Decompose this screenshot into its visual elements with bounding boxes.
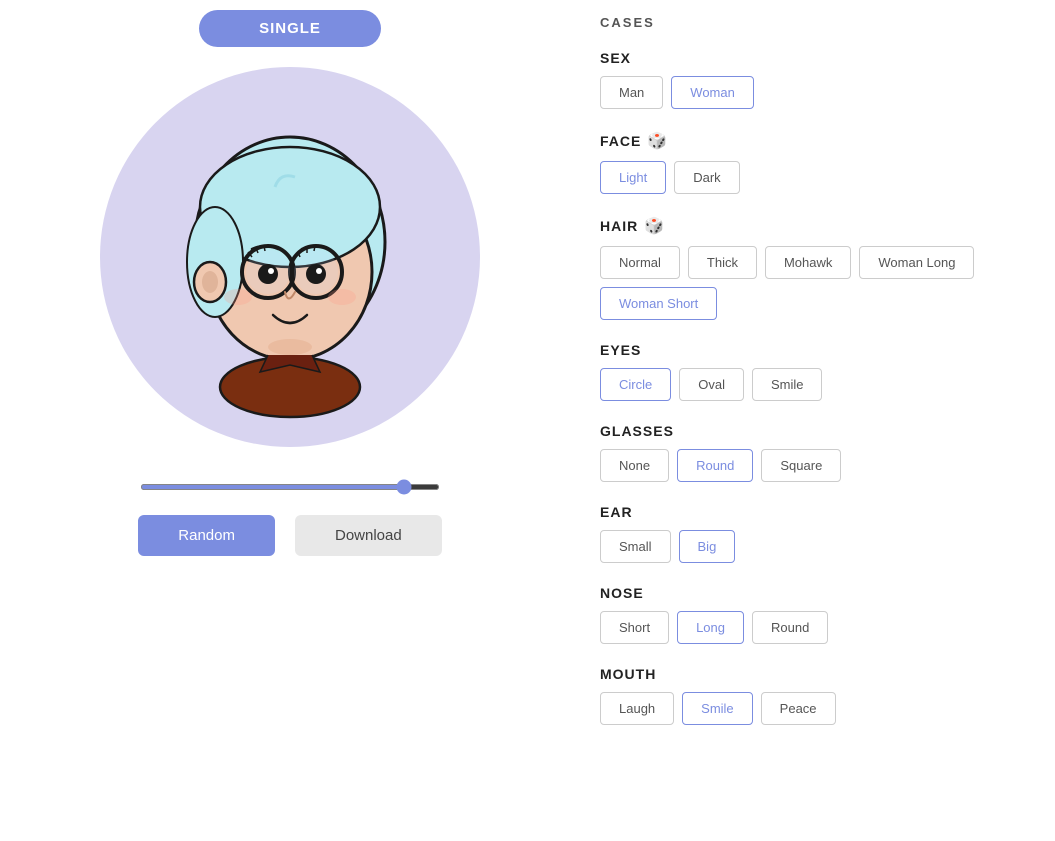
option-hair-thick[interactable]: Thick — [688, 246, 757, 279]
option-glasses-round[interactable]: Round — [677, 449, 753, 482]
option-group-glasses: NoneRoundSquare — [600, 449, 1035, 482]
option-ear-small[interactable]: Small — [600, 530, 671, 563]
right-panel: CASES SEX ManWoman FACE 🎲 LightDark HAIR 🎲 Norm… — [580, 0, 1055, 841]
option-hair-normal[interactable]: Normal — [600, 246, 680, 279]
section-eyes: EYES CircleOvalSmile — [600, 342, 1035, 401]
option-hair-woman-short[interactable]: Woman Short — [600, 287, 717, 320]
download-button[interactable]: Download — [295, 515, 442, 556]
label-text-face: FACE — [600, 133, 641, 149]
option-hair-woman-long[interactable]: Woman Long — [859, 246, 974, 279]
option-group-eyes: CircleOvalSmile — [600, 368, 1035, 401]
section-label-face: FACE 🎲 — [600, 131, 1035, 151]
size-slider[interactable] — [140, 484, 440, 490]
section-face: FACE 🎲 LightDark — [600, 131, 1035, 194]
option-eyes-smile[interactable]: Smile — [752, 368, 823, 401]
section-nose: NOSE ShortLongRound — [600, 585, 1035, 644]
section-label-nose: NOSE — [600, 585, 1035, 601]
label-text-sex: SEX — [600, 50, 631, 66]
section-label-glasses: GLASSES — [600, 423, 1035, 439]
avatar-preview — [100, 67, 480, 447]
option-glasses-square[interactable]: Square — [761, 449, 841, 482]
option-nose-short[interactable]: Short — [600, 611, 669, 644]
section-glasses: GLASSES NoneRoundSquare — [600, 423, 1035, 482]
label-text-glasses: GLASSES — [600, 423, 674, 439]
label-text-hair: HAIR — [600, 218, 638, 234]
option-eyes-circle[interactable]: Circle — [600, 368, 671, 401]
option-group-face: LightDark — [600, 161, 1035, 194]
size-slider-container — [140, 477, 440, 495]
option-mouth-laugh[interactable]: Laugh — [600, 692, 674, 725]
sections-container: SEX ManWoman FACE 🎲 LightDark HAIR 🎲 NormalThic… — [600, 50, 1035, 725]
label-text-mouth: MOUTH — [600, 666, 656, 682]
section-label-ear: EAR — [600, 504, 1035, 520]
dice-icon-face[interactable]: 🎲 — [647, 131, 668, 151]
cases-title: CASES — [600, 15, 1035, 30]
option-sex-man[interactable]: Man — [600, 76, 663, 109]
option-group-mouth: LaughSmilePeace — [600, 692, 1035, 725]
section-hair: HAIR 🎲 NormalThickMohawkWoman Long Woman Sh… — [600, 216, 1035, 320]
dice-icon-hair[interactable]: 🎲 — [644, 216, 665, 236]
option-face-dark[interactable]: Dark — [674, 161, 739, 194]
option-group-ear: SmallBig — [600, 530, 1035, 563]
option-glasses-none[interactable]: None — [600, 449, 669, 482]
section-label-hair: HAIR 🎲 — [600, 216, 1035, 236]
section-sex: SEX ManWoman — [600, 50, 1035, 109]
section-mouth: MOUTH LaughSmilePeace — [600, 666, 1035, 725]
option-group-nose: ShortLongRound — [600, 611, 1035, 644]
label-text-ear: EAR — [600, 504, 633, 520]
section-label-eyes: EYES — [600, 342, 1035, 358]
random-button[interactable]: Random — [138, 515, 275, 556]
label-text-nose: NOSE — [600, 585, 644, 601]
option-eyes-oval[interactable]: Oval — [679, 368, 744, 401]
option-mouth-smile[interactable]: Smile — [682, 692, 753, 725]
avatar-svg — [120, 87, 460, 427]
option-mouth-peace[interactable]: Peace — [761, 692, 836, 725]
option-ear-big[interactable]: Big — [679, 530, 736, 563]
single-button[interactable]: SINGLE — [199, 10, 381, 47]
left-panel: SINGLE — [0, 0, 580, 841]
option-sex-woman[interactable]: Woman — [671, 76, 754, 109]
section-label-mouth: MOUTH — [600, 666, 1035, 682]
option-group-hair: NormalThickMohawkWoman Long Woman Short — [600, 246, 1035, 320]
option-group-sex: ManWoman — [600, 76, 1035, 109]
action-buttons: Random Download — [138, 515, 441, 556]
section-label-sex: SEX — [600, 50, 1035, 66]
section-ear: EAR SmallBig — [600, 504, 1035, 563]
option-nose-long[interactable]: Long — [677, 611, 744, 644]
option-nose-round[interactable]: Round — [752, 611, 828, 644]
label-text-eyes: EYES — [600, 342, 641, 358]
option-hair-mohawk[interactable]: Mohawk — [765, 246, 851, 279]
option-face-light[interactable]: Light — [600, 161, 666, 194]
